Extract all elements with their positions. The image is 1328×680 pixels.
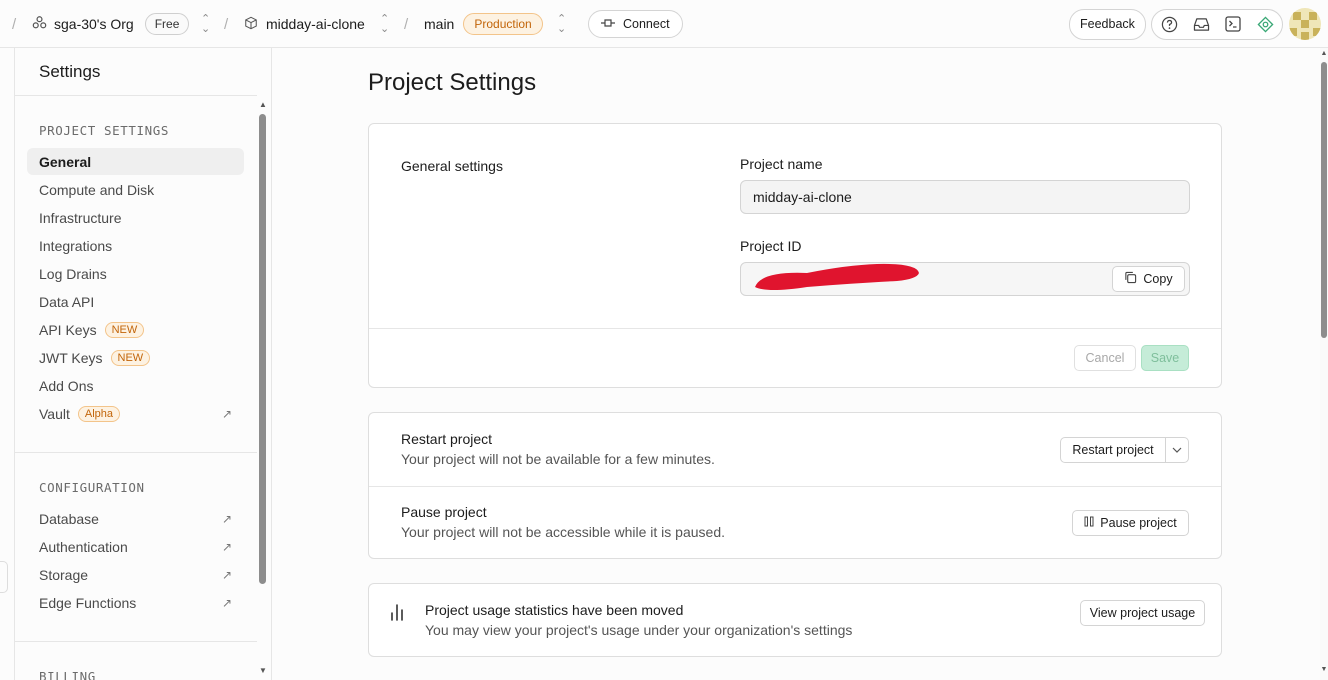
project-name-label: Project name xyxy=(740,156,823,172)
sidebar-item-compute-and-disk[interactable]: Compute and Disk xyxy=(27,176,244,203)
breadcrumb-separator: / xyxy=(224,15,229,33)
divider xyxy=(15,641,257,642)
project-chevron-icon[interactable]: ⌃ ⌄ xyxy=(380,0,389,48)
branch-name: main xyxy=(424,16,455,32)
assistant-icon[interactable] xyxy=(1252,11,1278,37)
copy-button[interactable]: Copy xyxy=(1112,266,1185,292)
divider xyxy=(369,486,1221,487)
external-link-icon: ↗ xyxy=(221,539,232,554)
sidebar-scrollbar[interactable] xyxy=(259,114,266,584)
sidebar-item-integrations[interactable]: Integrations xyxy=(27,232,244,259)
chevron-down-icon[interactable] xyxy=(1166,438,1188,462)
alpha-badge: Alpha xyxy=(77,405,121,422)
inbox-icon[interactable] xyxy=(1188,11,1214,37)
connect-label: Connect xyxy=(623,17,670,31)
sidebar-item-storage[interactable]: Storage ↗ xyxy=(27,561,244,588)
scroll-down-arrow[interactable]: ▼ xyxy=(258,666,268,675)
project-name: midday-ai-clone xyxy=(266,16,365,32)
divider xyxy=(15,452,257,453)
main-content: Project Settings General settings Projec… xyxy=(272,48,1320,680)
branch-chevron-icon[interactable]: ⌃ ⌄ xyxy=(557,0,566,48)
scroll-up-arrow[interactable]: ▲ xyxy=(1320,50,1328,57)
help-icon[interactable] xyxy=(1156,11,1182,37)
save-button[interactable]: Save xyxy=(1141,345,1189,371)
divider xyxy=(369,328,1221,329)
redaction-mark xyxy=(755,263,919,290)
general-settings-label: General settings xyxy=(401,158,503,174)
external-link-icon: ↗ xyxy=(221,567,232,582)
collapse-handle[interactable] xyxy=(0,561,8,593)
copy-label: Copy xyxy=(1143,272,1173,286)
environment-badge: Production xyxy=(463,13,543,35)
section-heading-project-settings: PROJECT SETTINGS xyxy=(39,123,170,138)
sidebar-item-add-ons[interactable]: Add Ons xyxy=(27,372,244,399)
pause-project-title: Pause project xyxy=(401,504,487,520)
restart-project-button[interactable]: Restart project xyxy=(1061,438,1166,462)
external-link-icon: ↗ xyxy=(221,595,232,610)
cancel-button[interactable]: Cancel xyxy=(1074,345,1136,371)
scroll-down-arrow[interactable]: ▼ xyxy=(1320,666,1328,673)
page-scrollbar[interactable]: ▲ ▼ xyxy=(1320,48,1328,680)
page-scrollbar-thumb[interactable] xyxy=(1321,62,1327,338)
terminal-icon[interactable] xyxy=(1220,11,1246,37)
sidebar-item-log-drains[interactable]: Log Drains xyxy=(27,260,244,287)
restart-project-title: Restart project xyxy=(401,431,493,447)
org-chevron-icon[interactable]: ⌃ ⌄ xyxy=(201,0,210,48)
restart-project-split-button: Restart project xyxy=(1060,437,1189,463)
sidebar-item-edge-functions[interactable]: Edge Functions ↗ xyxy=(27,589,244,616)
sidebar-item-api-keys[interactable]: API Keys NEW xyxy=(27,316,244,343)
org-name: sga-30's Org xyxy=(54,16,134,32)
usage-notice-card: Project usage statistics have been moved… xyxy=(368,583,1222,657)
breadcrumb-separator: / xyxy=(404,15,409,33)
sidebar-item-general[interactable]: General xyxy=(27,148,244,175)
general-settings-card: General settings Project name midday-ai-… xyxy=(368,123,1222,388)
sidebar-item-authentication[interactable]: Authentication ↗ xyxy=(27,533,244,560)
pause-project-button[interactable]: Pause project xyxy=(1072,510,1189,536)
feedback-button[interactable]: Feedback xyxy=(1069,8,1146,40)
org-plan-badge: Free xyxy=(144,13,190,35)
usage-notice-title: Project usage statistics have been moved xyxy=(425,602,684,618)
new-badge: NEW xyxy=(110,349,151,366)
sidebar-item-vault[interactable]: Vault Alpha ↗ xyxy=(27,400,244,427)
sidebar-title: Settings xyxy=(39,62,101,81)
scroll-up-arrow[interactable]: ▲ xyxy=(258,100,268,109)
project-id-label: Project ID xyxy=(740,238,802,254)
top-bar: / sga-30's Org Free ⌃ ⌄ / midday-ai-clone… xyxy=(0,0,1328,48)
external-link-icon: ↗ xyxy=(221,406,232,421)
left-strip xyxy=(0,48,15,680)
page-title: Project Settings xyxy=(368,69,537,96)
org-switcher[interactable]: sga-30's Org Free xyxy=(32,0,190,48)
bar-chart-icon xyxy=(389,603,405,626)
connect-button[interactable]: Connect xyxy=(588,10,683,38)
restart-project-description: Your project will not be available for a… xyxy=(401,451,715,467)
sidebar-item-infrastructure[interactable]: Infrastructure xyxy=(27,204,244,231)
breadcrumb-separator: / xyxy=(12,15,17,33)
user-avatar[interactable] xyxy=(1289,8,1321,40)
pause-icon xyxy=(1084,516,1094,530)
divider xyxy=(15,95,257,96)
sidebar-item-jwt-keys[interactable]: JWT Keys NEW xyxy=(27,344,244,371)
section-heading-configuration: CONFIGURATION xyxy=(39,480,145,495)
box-icon xyxy=(244,16,258,33)
sidebar-item-data-api[interactable]: Data API xyxy=(27,288,244,315)
settings-sidebar: Settings PROJECT SETTINGS General Comput… xyxy=(15,48,272,680)
project-actions-card: Restart project Your project will not be… xyxy=(368,412,1222,559)
plug-icon xyxy=(601,17,615,31)
usage-notice-description: You may view your project's usage under … xyxy=(425,622,853,638)
new-badge: NEW xyxy=(104,321,145,338)
section-heading-billing: BILLING xyxy=(39,669,96,680)
org-icon xyxy=(32,15,47,33)
toolbar-icons xyxy=(1151,8,1283,40)
feedback-label: Feedback xyxy=(1080,17,1135,31)
pause-project-description: Your project will not be accessible whil… xyxy=(401,524,725,540)
branch-switcher[interactable]: main Production xyxy=(424,0,543,48)
project-name-input[interactable]: midday-ai-clone xyxy=(740,180,1190,214)
sidebar-item-database[interactable]: Database ↗ xyxy=(27,505,244,532)
copy-icon xyxy=(1124,271,1137,287)
project-switcher[interactable]: midday-ai-clone xyxy=(244,0,365,48)
view-project-usage-button[interactable]: View project usage xyxy=(1080,600,1205,626)
external-link-icon: ↗ xyxy=(221,511,232,526)
